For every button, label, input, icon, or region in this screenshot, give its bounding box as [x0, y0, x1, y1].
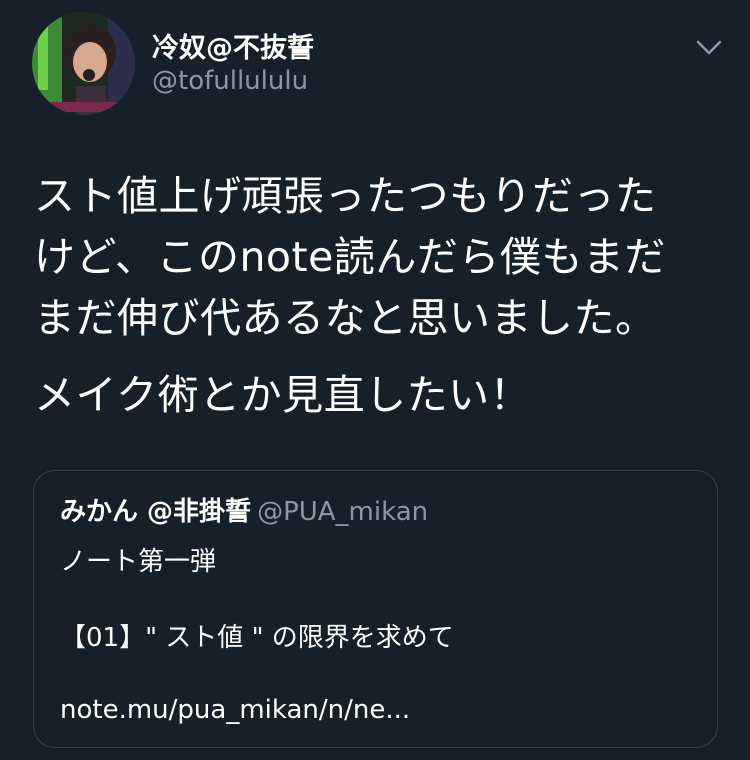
tweet-text-line: まだ伸び代あるなと思いました。: [34, 294, 657, 342]
quoted-display-name: みかん @非掛誓: [60, 497, 252, 527]
quoted-text-line: ノート第一弾: [60, 547, 217, 577]
quoted-tweet[interactable]: みかん @非掛誓 @PUA_mikan ノート第一弾 【01】" スト値 " の限…: [33, 470, 718, 748]
avatar-photo-icon: [32, 12, 135, 115]
quoted-link[interactable]: note.mu/pua_mikan/n/ne...: [60, 695, 410, 725]
quoted-handle: @PUA_mikan: [257, 497, 429, 527]
quoted-text-line: 【01】" スト値 " の限界を求めて: [60, 623, 454, 653]
tweet-text-line: メイク術とか見直したい！: [34, 371, 532, 419]
tweet-text: スト値上げ頑張ったつもりだった けど、このnote読んだら僕もまだ まだ伸び代あ…: [34, 166, 724, 426]
user-handle[interactable]: @tofullululu: [152, 66, 308, 96]
quoted-tweet-header: みかん @非掛誓 @PUA_mikan: [60, 491, 428, 528]
tweet-text-line: スト値上げ頑張ったつもりだった: [34, 172, 657, 220]
tweet-text-line: けど、このnote読んだら僕もまだ: [34, 233, 666, 281]
tweet-card: 冷奴@不抜誓 @tofullululu スト値上げ頑張ったつもりだった けど、こ…: [0, 0, 750, 760]
display-name[interactable]: 冷奴@不抜誓: [152, 26, 314, 65]
chevron-down-icon[interactable]: [692, 34, 726, 60]
user-avatar[interactable]: [32, 12, 135, 115]
